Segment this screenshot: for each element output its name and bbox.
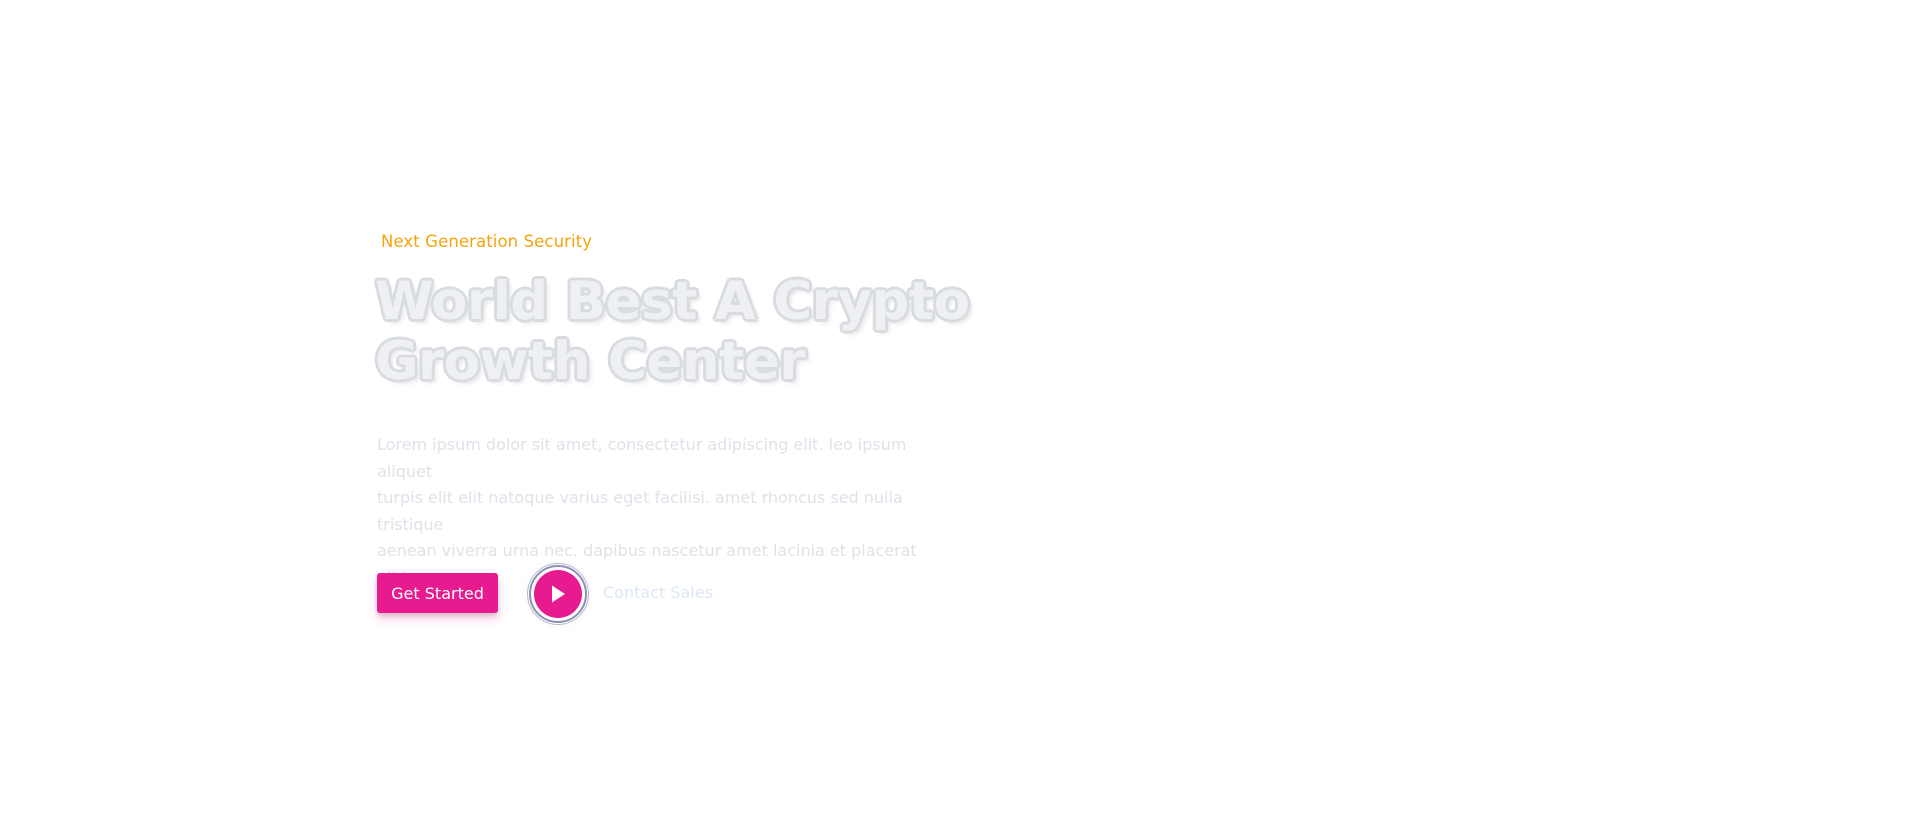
play-video-button[interactable] bbox=[529, 565, 587, 623]
play-button-circle bbox=[534, 570, 582, 618]
contact-sales-link[interactable]: Contact Sales bbox=[603, 583, 713, 602]
get-started-button[interactable]: Get Started bbox=[377, 573, 498, 613]
hero-description-line-2: turpis elit elit natoque varius eget fac… bbox=[377, 488, 903, 534]
hero-eyebrow: Next Generation Security bbox=[381, 232, 593, 251]
play-icon bbox=[552, 585, 565, 603]
hero-headline-line-1: World Best A Crypto bbox=[375, 271, 970, 332]
hero-headline: World Best A Crypto Growth Center bbox=[375, 272, 995, 392]
hero-headline-line-2: Growth Center bbox=[375, 331, 806, 392]
hero-description-line-1: Lorem ipsum dolor sit amet, consectetur … bbox=[377, 435, 907, 481]
hero-description: Lorem ipsum dolor sit amet, consectetur … bbox=[377, 432, 957, 591]
hero-section: Next Generation Security World Best A Cr… bbox=[0, 0, 1920, 840]
